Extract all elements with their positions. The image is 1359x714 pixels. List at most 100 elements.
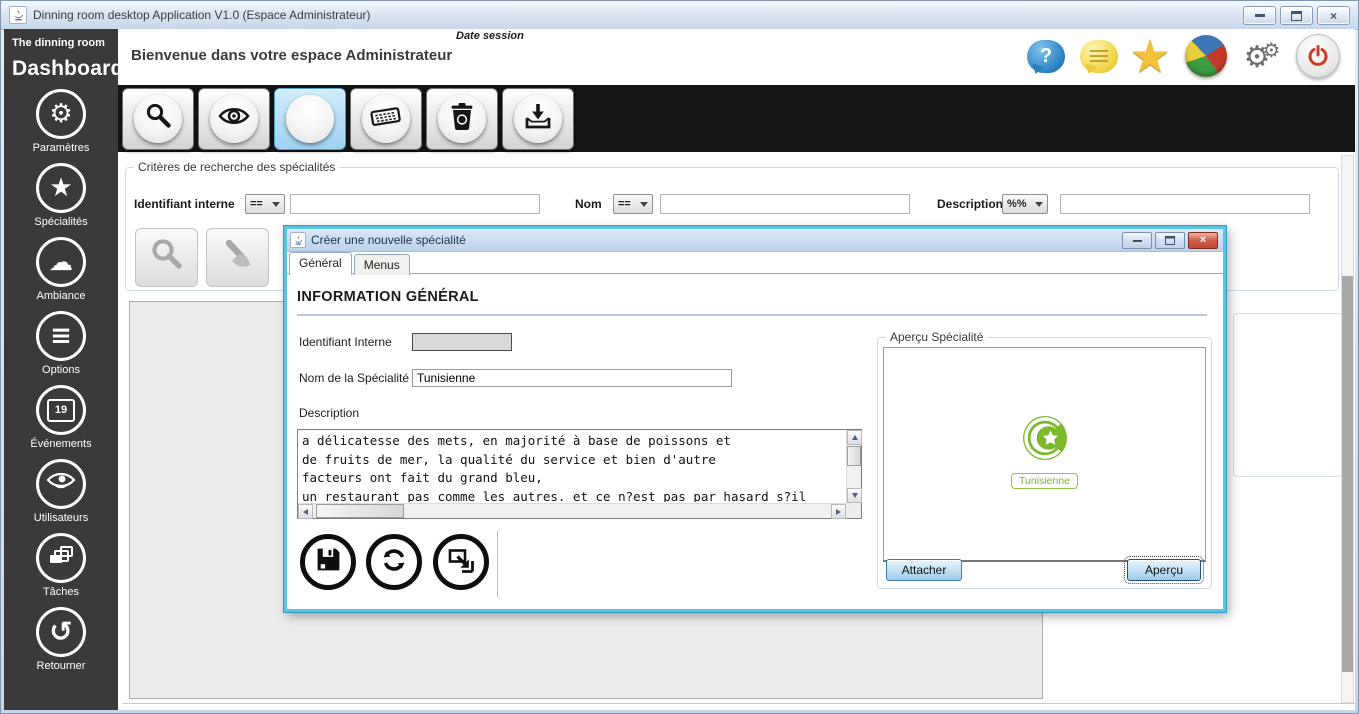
stats-button[interactable] [1183,33,1229,79]
nom-search-input[interactable] [660,194,910,214]
help-icon: ? [1027,40,1065,73]
sidebar-item-retourner[interactable]: ↺ Retourner [36,607,86,672]
side-preview-panel [1233,313,1342,477]
dialog-title: Créer une nouvelle spécialité [311,233,466,247]
toolbar-edit-button[interactable] [350,88,422,150]
close-icon: × [1200,235,1206,246]
settings-gears-icon: ⚙⚙ [1244,40,1281,73]
triangle-left-icon [303,509,308,515]
sidebar-item-parametres[interactable]: ⚙ Paramètres [33,89,90,154]
close-button[interactable]: × [1317,6,1350,25]
search-icon [149,237,185,278]
description-operator-combo[interactable]: %% [1002,194,1048,214]
clear-search-button[interactable] [206,228,269,287]
nom-specialite-field[interactable] [412,369,732,387]
search-submit-button[interactable] [135,228,198,287]
save-button[interactable] [300,534,356,590]
textarea-vertical-scrollbar[interactable] [846,430,861,503]
chevron-down-icon [1035,202,1043,207]
close-icon: × [1330,10,1337,22]
maximize-button[interactable] [1280,6,1313,25]
sidebar-item-taches[interactable]: Tâches [36,533,86,598]
scroll-right-button[interactable] [831,504,846,519]
sidebar-item-evenements[interactable]: 19 Événements [30,385,91,450]
undo-icon: ↺ [49,618,72,646]
toolbar-import-button[interactable] [502,88,574,150]
tab-divider [287,273,1223,274]
toolbar-view-button[interactable] [198,88,270,150]
sidebar-item-options[interactable]: ≡ Options [36,311,86,376]
apercu-button[interactable]: Aperçu [1127,559,1201,581]
refresh-button[interactable] [366,534,422,590]
create-specialite-dialog: Créer une nouvelle spécialité × Général … [284,226,1226,612]
scrollbar-thumb[interactable] [847,446,861,466]
toolbar-search-button[interactable] [122,88,194,150]
main-vertical-scrollbar[interactable] [1341,155,1354,703]
sidebar: The dinning room Dashboard ⚙ Paramètres … [4,29,118,710]
clear-broom-icon [220,237,256,278]
minimize-button[interactable] [1243,6,1276,25]
logout-button[interactable] [1295,33,1341,79]
sidebar-item-utilisateurs[interactable]: Utilisateurs [34,459,88,524]
scrollbar-thumb[interactable] [1342,276,1353,672]
dialog-close-button[interactable]: × [1188,232,1218,249]
power-icon [1296,34,1340,78]
description-textarea[interactable]: a délicatesse des mets, en majorité à ba… [297,429,862,519]
chevron-down-icon [640,202,648,207]
minimize-icon [1255,14,1265,17]
checklist-icon: ≡ [50,323,72,349]
section-title: INFORMATION GÉNÉRAL [297,289,479,305]
eye-icon [46,471,76,497]
dialog-titlebar: Créer une nouvelle spécialité × [287,229,1223,252]
export-icon [447,546,475,579]
sidebar-item-ambiance[interactable]: ☁ Ambiance [36,237,86,302]
description-label: Description [937,197,1003,211]
dialog-maximize-button[interactable] [1155,232,1185,249]
scroll-down-button[interactable] [847,488,862,503]
identifiant-operator-combo[interactable]: == [245,194,285,214]
toolbar-delete-button[interactable] [426,88,498,150]
toolbar-new-button[interactable] [274,88,346,150]
sidebar-title: Dashboard [4,49,118,83]
refresh-icon [380,546,408,579]
scroll-up-button[interactable] [847,430,862,445]
triangle-down-icon [852,493,858,498]
textarea-horizontal-scrollbar[interactable] [298,503,846,518]
nom-operator-combo[interactable]: == [613,194,653,214]
scrollbar-corner [846,503,861,518]
settings-button[interactable]: ⚙⚙ [1239,33,1285,79]
scroll-left-button[interactable] [298,504,313,519]
comments-button[interactable] [1076,33,1122,79]
nom-label: Nom [575,197,602,211]
sidebar-item-specialites[interactable]: ★ Spécialités [34,163,87,228]
window-titlebar: Dinning room desktop Application V1.0 (E… [1,1,1358,30]
description-search-input[interactable] [1060,194,1310,214]
attacher-button[interactable]: Attacher [886,559,962,581]
blank-circle [286,95,334,143]
bottom-separator [123,703,1355,704]
favorites-button[interactable]: ★ [1127,33,1173,79]
minimize-icon [1133,240,1142,242]
tab-menus[interactable]: Menus [354,254,410,275]
identifiant-interne-field-label: Identifiant Interne [299,335,392,349]
java-app-icon [290,232,306,248]
identifiant-interne-field [412,333,512,351]
save-icon [315,546,342,578]
window-title: Dinning room desktop Application V1.0 (E… [33,8,371,22]
button-separator [497,531,498,597]
help-button[interactable]: ? [1023,33,1069,79]
description-field-label: Description [299,406,359,420]
identifiant-interne-label: Identifiant interne [134,197,235,211]
dialog-minimize-button[interactable] [1122,232,1152,249]
action-toolbar [118,85,1355,152]
apercu-specialite-group: Aperçu Spécialité Tunisienne Attacher Ap… [877,337,1212,589]
identifiant-search-input[interactable] [290,194,540,214]
scrollbar-thumb[interactable] [316,504,404,518]
export-button[interactable] [433,534,489,590]
sidebar-brand: The dinning room [4,29,118,49]
comments-icon [1080,40,1118,73]
trash-icon [448,101,476,137]
import-icon [523,101,553,136]
pie-chart-icon [1185,35,1227,77]
tab-general[interactable]: Général [289,252,352,275]
